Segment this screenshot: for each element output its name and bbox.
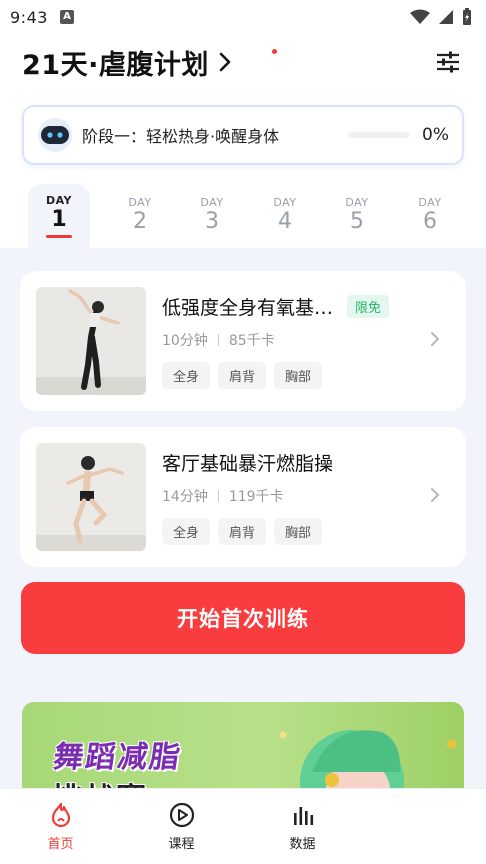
nav-label: 课程 [168,837,195,852]
stage-progress-bar [348,132,410,138]
nav-data[interactable]: 数据 [242,789,363,864]
plan-header: 21天·虐腹计划 [0,38,486,86]
workout-meta: 14分钟 119千卡 [162,486,450,506]
nav-courses[interactable]: 课程 [121,789,242,864]
day-tab-label: DAY [418,196,442,209]
day-tab-number: 4 [278,209,292,234]
bottom-nav: 首页 课程 数据 [0,788,486,864]
workout-calories: 119千卡 [228,489,284,505]
nav-home[interactable]: 首页 [0,789,121,864]
day-tabs: DAY 1 DAY 2 DAY 3 DAY 4 DAY 5 DAY 6 [0,184,486,250]
workout-thumbnail [36,443,146,551]
meta-divider [217,334,219,346]
signal-icon [439,10,453,24]
workout-calories: 85千卡 [228,333,275,349]
body-tag: 肩背 [218,518,267,545]
plan-title: 21天·虐腹计划 [22,49,209,81]
battery-icon [463,8,471,25]
status-bar: 9:43 A [0,0,486,34]
body-tag: 肩背 [218,362,267,389]
status-time: 9:43 [10,7,48,27]
robot-avatar-icon [38,118,72,152]
workout-title: 客厅基础暴汗燃脂操 [162,453,334,475]
day-tab-label: DAY [200,196,224,209]
workout-card[interactable]: 客厅基础暴汗燃脂操 14分钟 119千卡 全身 肩背 胸部 [20,427,466,567]
body-tag: 胸部 [274,518,323,545]
notification-dot [272,48,277,54]
sliders-icon [437,51,459,73]
tab-day-3[interactable]: DAY 3 [181,188,243,250]
day-tab-label: DAY [345,196,369,209]
nav-label: 数据 [289,837,316,852]
tab-day-1[interactable]: DAY 1 [28,184,90,250]
day-tab-number: 3 [205,209,219,234]
stage-label: 阶段一：轻松热身·唤醒身体 [82,127,280,146]
meta-divider [217,490,219,502]
wifi-icon [410,9,430,24]
notification-icon: A [59,10,74,24]
stage-card[interactable]: 阶段一：轻松热身·唤醒身体 0% [22,105,464,165]
settings-button[interactable] [432,46,464,78]
home-flame-icon [51,802,70,828]
day-tab-number: 1 [51,207,67,232]
body-tag: 全身 [162,362,211,389]
nav-label: 首页 [47,837,74,852]
status-indicators [410,8,472,26]
tab-day-6[interactable]: DAY 6 [399,188,461,250]
workout-tags: 全身 肩背 胸部 [162,518,450,545]
active-tab-indicator [46,235,72,238]
workout-meta: 10分钟 85千卡 [162,330,450,350]
day-tab-label: DAY [273,196,297,209]
workout-title: 低强度全身有氧基… [162,297,334,319]
workout-card[interactable]: 低强度全身有氧基… 限免 10分钟 85千卡 全身 肩背 胸部 [20,271,466,411]
tab-day-4[interactable]: DAY 4 [254,188,316,250]
free-badge: 限免 [347,295,390,318]
workout-tags: 全身 肩背 胸部 [162,362,450,389]
plan-title-link[interactable]: 21天·虐腹计划 [22,43,277,82]
chevron-right-icon [219,52,231,72]
day-tab-number: 6 [423,209,437,234]
workout-thumbnail [36,287,146,395]
day-tab-number: 5 [350,209,364,234]
body-tag: 胸部 [274,362,323,389]
tab-day-5[interactable]: DAY 5 [326,188,388,250]
chevron-right-icon [431,488,440,502]
stage-progress-text: 0% [422,125,449,145]
play-circle-icon [169,802,194,828]
workout-duration: 14分钟 [162,489,208,505]
day-tab-label: DAY [128,196,152,209]
banner-title: 舞蹈减脂 [51,740,184,775]
day-tab-label: DAY [45,194,73,207]
tab-day-2[interactable]: DAY 2 [109,188,171,250]
day-tab-number: 2 [133,209,147,234]
workout-duration: 10分钟 [162,333,208,349]
bar-chart-icon [293,807,313,825]
workout-info: 低强度全身有氧基… 限免 10分钟 85千卡 全身 肩背 胸部 [162,287,450,395]
start-training-button[interactable]: 开始首次训练 [21,582,465,654]
workout-info: 客厅基础暴汗燃脂操 14分钟 119千卡 全身 肩背 胸部 [162,443,450,551]
chevron-right-icon [431,332,440,346]
body-tag: 全身 [162,518,211,545]
